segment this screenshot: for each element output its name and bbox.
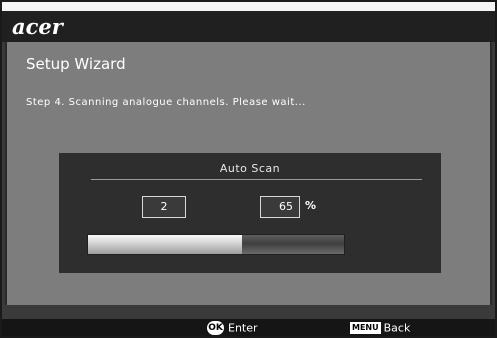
percent-unit: % [305,199,317,212]
menu-button-icon: MENU [350,322,381,334]
divider [91,179,422,180]
footer-bar: OK Enter MENU Back [2,319,495,336]
back-hint[interactable]: MENU Back [350,321,410,335]
channels-found-field: 2 [142,196,186,218]
enter-hint[interactable]: OK Enter [207,321,258,335]
scan-progress-bar [87,234,345,255]
step-instruction: Step 4. Scanning analogue channels. Plea… [26,97,306,108]
enter-label: Enter [228,321,258,335]
back-label: Back [383,321,411,335]
auto-scan-title: Auto Scan [219,162,281,175]
scan-progress-fill [88,235,242,254]
acer-logo: acer [12,14,63,39]
tv-screen-frame: acer Setup Wizard Step 4. Scanning analo… [0,0,497,338]
top-strip [2,2,495,12]
header-bar: acer [2,12,495,42]
page-title: Setup Wizard [26,55,126,73]
scan-percent-field: 65 [260,196,300,218]
auto-scan-panel: Auto Scan 2 65 % [59,153,441,273]
ok-button-icon: OK [207,321,224,335]
